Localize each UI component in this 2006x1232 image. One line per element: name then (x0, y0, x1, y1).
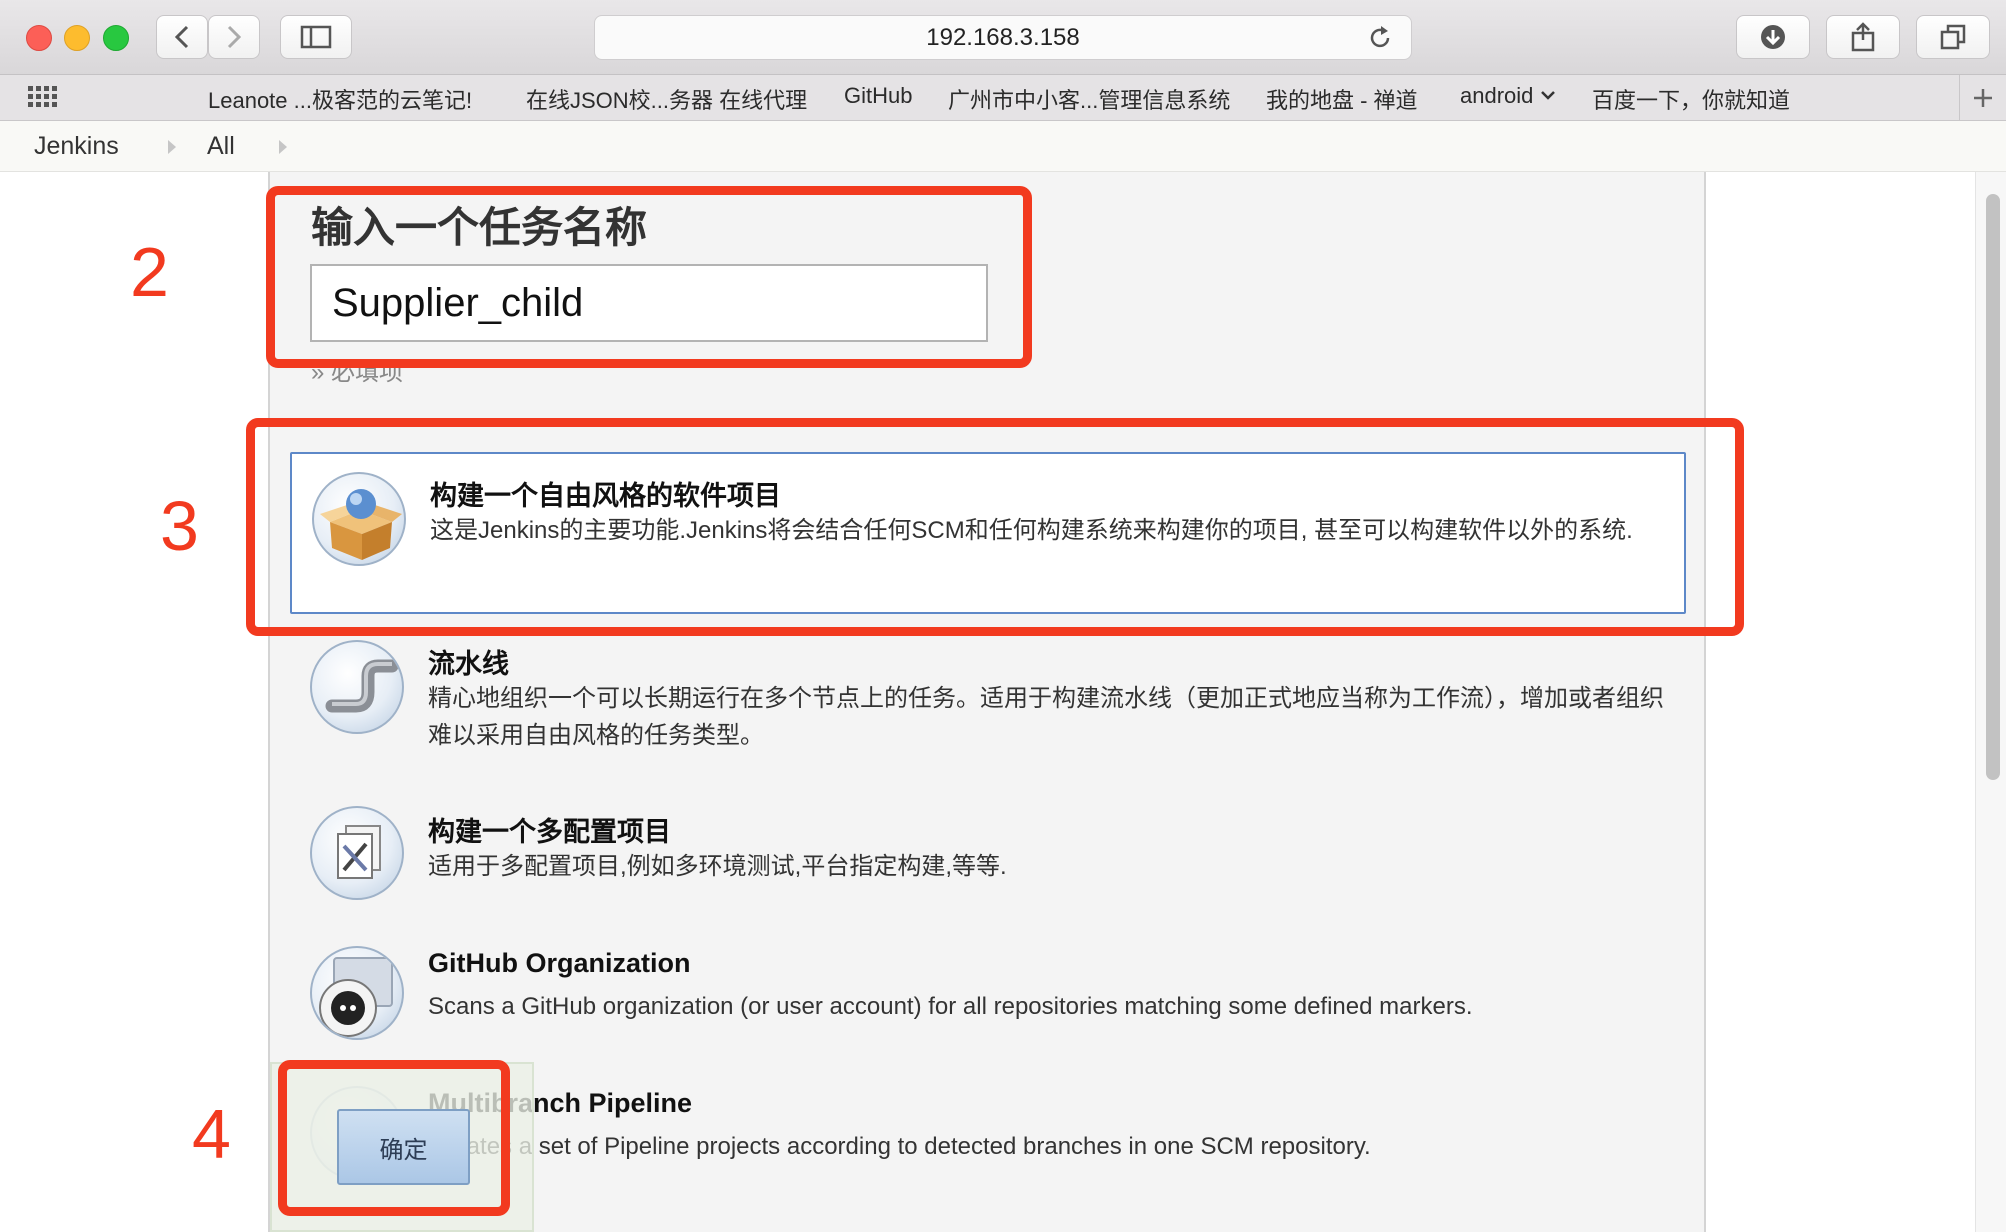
back-button[interactable] (156, 15, 208, 59)
favorites-bar: Leanote ...极客范的云笔记! 在线JSON校...务器 在线代理 Gi… (0, 75, 2006, 121)
scrollbar-thumb[interactable] (1986, 194, 2000, 780)
minimize-window-button[interactable] (64, 25, 90, 51)
breadcrumb-all[interactable]: All (207, 132, 235, 161)
chevron-right-icon (227, 25, 242, 49)
job-type-github-organization[interactable]: GitHub Organization Scans a GitHub organ… (290, 940, 1686, 1050)
reload-icon[interactable] (1367, 25, 1393, 51)
favorite-json[interactable]: 在线JSON校...务器 在线代理 (526, 83, 807, 115)
job-type-description: 适用于多配置项目,例如多环境测试,平台指定构建,等等. (428, 853, 1007, 880)
github-folder-icon (310, 946, 404, 1040)
downloads-button[interactable] (1736, 15, 1810, 59)
download-icon (1761, 25, 1785, 49)
multi-config-tools-icon (310, 806, 404, 900)
favorite-leanote[interactable]: Leanote ...极客范的云笔记! (208, 83, 472, 115)
zoom-window-button[interactable] (103, 25, 129, 51)
job-type-description: Creates a set of Pipeline projects accor… (428, 1133, 1371, 1160)
annotation-number-3: 3 (160, 487, 199, 565)
pipeline-icon (310, 640, 404, 734)
annotation-number-2: 2 (130, 233, 169, 311)
annotation-box-4 (278, 1060, 510, 1216)
job-type-pipeline[interactable]: 流水线 精心地组织一个可以长期运行在多个节点上的任务。适用于构建流水线（更加正式… (290, 630, 1686, 760)
tabs-icon (1940, 24, 1966, 50)
close-window-button[interactable] (26, 25, 52, 51)
annotation-number-4: 4 (192, 1095, 231, 1173)
annotation-box-3 (246, 418, 1744, 636)
share-button[interactable] (1826, 15, 1900, 59)
breadcrumb: Jenkins All (0, 121, 2006, 172)
favorite-android-label: android (1460, 83, 1534, 108)
breadcrumb-jenkins[interactable]: Jenkins (34, 132, 119, 161)
job-type-title: 流水线 (428, 649, 509, 679)
job-type-description: 精心地组织一个可以长期运行在多个节点上的任务。适用于构建流水线（更加正式地应当称… (428, 685, 1664, 749)
favorite-baidu[interactable]: 百度一下，你就知道 (1592, 83, 1790, 115)
sidebar-icon (300, 25, 332, 49)
chevron-left-icon (174, 25, 189, 49)
breadcrumb-separator-icon (279, 140, 287, 154)
favorite-github[interactable]: GitHub (844, 83, 912, 109)
breadcrumb-separator-icon (168, 140, 176, 154)
grid-icon[interactable] (28, 86, 58, 108)
chevron-down-icon (1541, 91, 1556, 100)
job-type-description: Scans a GitHub organization (or user acc… (428, 993, 1473, 1020)
new-tab-button[interactable] (1959, 75, 2006, 120)
address-bar[interactable]: 192.168.3.158 (594, 15, 1412, 60)
favorite-guangzhou[interactable]: 广州市中小客...管理信息系统 (948, 83, 1230, 115)
job-type-title: GitHub Organization (428, 948, 691, 978)
browser-toolbar: 192.168.3.158 (0, 0, 2006, 75)
share-icon (1851, 22, 1875, 52)
annotation-box-2 (266, 186, 1032, 368)
favorite-android[interactable]: android (1460, 83, 1557, 109)
tabs-overview-button[interactable] (1916, 15, 1990, 59)
url-text: 192.168.3.158 (926, 23, 1080, 51)
forward-button[interactable] (208, 15, 260, 59)
job-type-title: 构建一个多配置项目 (428, 817, 671, 847)
sidebar-toggle-button[interactable] (280, 15, 352, 59)
favorite-zentao[interactable]: 我的地盘 - 禅道 (1266, 83, 1418, 115)
job-type-multi-config[interactable]: 构建一个多配置项目 适用于多配置项目,例如多环境测试,平台指定构建,等等. (290, 800, 1686, 910)
plus-icon (1974, 88, 1992, 107)
